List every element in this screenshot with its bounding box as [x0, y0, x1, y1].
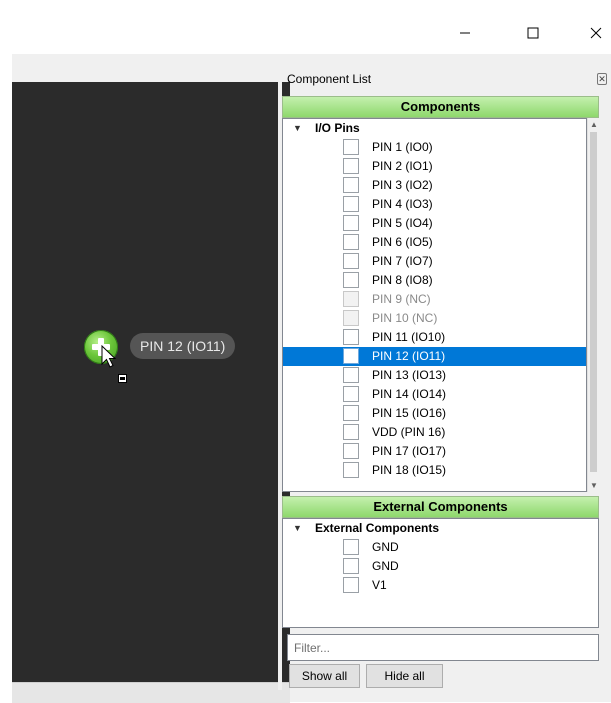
- list-item-label: PIN 18 (IO15): [372, 463, 447, 477]
- visibility-checkbox[interactable]: [343, 367, 359, 383]
- list-item[interactable]: PIN 5 (IO4): [283, 214, 586, 233]
- list-item[interactable]: VDD (PIN 16): [283, 423, 586, 442]
- maximize-button[interactable]: [510, 12, 556, 54]
- list-item[interactable]: GND: [283, 538, 598, 557]
- list-item-label: PIN 3 (IO2): [372, 178, 433, 192]
- list-item[interactable]: PIN 12 (IO11): [283, 347, 586, 366]
- list-item-label: PIN 11 (IO10): [372, 330, 446, 344]
- expand-arrow-icon[interactable]: ▼: [293, 519, 302, 538]
- schematic-canvas[interactable]: PIN 12 (IO11): [12, 82, 290, 682]
- visibility-checkbox[interactable]: [343, 405, 359, 421]
- group-label: I/O Pins: [315, 121, 360, 135]
- visibility-checkbox[interactable]: [343, 386, 359, 402]
- close-button[interactable]: [573, 12, 611, 54]
- list-item[interactable]: PIN 4 (IO3): [283, 195, 586, 214]
- visibility-checkbox[interactable]: [343, 272, 359, 288]
- list-item-label: PIN 1 (IO0): [372, 140, 433, 154]
- visibility-checkbox[interactable]: [343, 424, 359, 440]
- visibility-checkbox[interactable]: [343, 196, 359, 212]
- expand-arrow-icon[interactable]: ▼: [293, 119, 302, 138]
- list-item-label: PIN 17 (IO17): [372, 444, 447, 458]
- list-item-label: PIN 10 (NC): [372, 311, 438, 325]
- list-item-label: PIN 4 (IO3): [372, 197, 433, 211]
- list-item[interactable]: PIN 8 (IO8): [283, 271, 586, 290]
- list-item[interactable]: V1: [283, 576, 598, 595]
- drag-copy-icon: [118, 374, 127, 383]
- arrow-cursor-icon: [101, 345, 117, 368]
- visibility-checkbox[interactable]: [343, 253, 359, 269]
- scrollbar-thumb[interactable]: [590, 132, 597, 472]
- list-item[interactable]: GND: [283, 557, 598, 576]
- filter-input[interactable]: [287, 634, 599, 661]
- visibility-checkbox[interactable]: [343, 158, 359, 174]
- list-item-label: PIN 8 (IO8): [372, 273, 433, 287]
- list-item[interactable]: PIN 14 (IO14): [283, 385, 586, 404]
- list-item-label: GND: [372, 559, 399, 573]
- list-item-label: PIN 14 (IO14): [372, 387, 447, 401]
- hide-all-button[interactable]: Hide all: [366, 664, 443, 688]
- visibility-checkbox[interactable]: [343, 577, 359, 593]
- list-item-label: PIN 12 (IO11): [372, 349, 446, 363]
- list-item[interactable]: PIN 6 (IO5): [283, 233, 586, 252]
- visibility-checkbox[interactable]: [343, 539, 359, 555]
- list-item[interactable]: PIN 11 (IO10): [283, 328, 586, 347]
- list-item-label: GND: [372, 540, 399, 554]
- group-label: External Components: [315, 521, 440, 535]
- list-item[interactable]: PIN 7 (IO7): [283, 252, 586, 271]
- scroll-down-arrow-icon[interactable]: ▼: [590, 481, 598, 490]
- list-item[interactable]: PIN 1 (IO0): [283, 138, 586, 157]
- group-row-external[interactable]: ▼ External Components: [283, 519, 598, 538]
- visibility-checkbox[interactable]: [343, 348, 359, 364]
- title-bar: [12, 12, 611, 54]
- list-item[interactable]: PIN 3 (IO2): [283, 176, 586, 195]
- panel-title: Component List: [287, 72, 372, 86]
- list-item-label: PIN 2 (IO1): [372, 159, 433, 173]
- list-item-label: PIN 6 (IO5): [372, 235, 433, 249]
- list-item-label: PIN 15 (IO16): [372, 406, 447, 420]
- list-item-label: PIN 13 (IO13): [372, 368, 447, 382]
- list-item[interactable]: PIN 9 (NC): [283, 290, 586, 309]
- minimize-button[interactable]: [442, 12, 488, 54]
- external-components-list[interactable]: ▼ External Components GND GND V1: [282, 518, 599, 628]
- show-all-button[interactable]: Show all: [289, 664, 360, 688]
- components-list[interactable]: ▼ I/O Pins PIN 1 (IO0) PIN 2 (IO1) PIN 3 (…: [282, 118, 587, 492]
- close-icon: ✕: [598, 74, 606, 84]
- visibility-checkbox[interactable]: [343, 177, 359, 193]
- components-scrollbar[interactable]: ▲ ▼: [587, 118, 599, 492]
- visibility-checkbox[interactable]: [343, 139, 359, 155]
- minimize-icon: [460, 32, 470, 34]
- list-item[interactable]: PIN 10 (NC): [283, 309, 586, 328]
- list-item-label: VDD (PIN 16): [372, 425, 446, 439]
- list-item[interactable]: PIN 18 (IO15): [283, 461, 586, 480]
- group-row-io-pins[interactable]: ▼ I/O Pins: [283, 119, 586, 138]
- visibility-checkbox[interactable]: [343, 558, 359, 574]
- list-item-label: PIN 9 (NC): [372, 292, 431, 306]
- list-item[interactable]: PIN 13 (IO13): [283, 366, 586, 385]
- list-item[interactable]: PIN 15 (IO16): [283, 404, 586, 423]
- close-icon: [590, 27, 602, 39]
- visibility-checkbox: [343, 310, 359, 326]
- visibility-checkbox[interactable]: [343, 234, 359, 250]
- list-item[interactable]: PIN 2 (IO1): [283, 157, 586, 176]
- maximize-icon: [527, 27, 539, 39]
- external-components-header[interactable]: External Components: [282, 496, 599, 518]
- list-item-label: PIN 7 (IO7): [372, 254, 433, 268]
- node-label[interactable]: PIN 12 (IO11): [130, 333, 236, 359]
- panel-close-button[interactable]: ✕: [597, 73, 607, 85]
- visibility-checkbox[interactable]: [343, 329, 359, 345]
- list-item-label: V1: [372, 578, 387, 592]
- list-item-label: PIN 5 (IO4): [372, 216, 433, 230]
- visibility-checkbox[interactable]: [343, 443, 359, 459]
- list-item[interactable]: PIN 17 (IO17): [283, 442, 586, 461]
- visibility-checkbox[interactable]: [343, 215, 359, 231]
- scroll-up-arrow-icon[interactable]: ▲: [590, 120, 598, 129]
- visibility-checkbox[interactable]: [343, 462, 359, 478]
- canvas-status-bar: [12, 682, 290, 703]
- components-header[interactable]: Components: [282, 96, 599, 118]
- visibility-checkbox: [343, 291, 359, 307]
